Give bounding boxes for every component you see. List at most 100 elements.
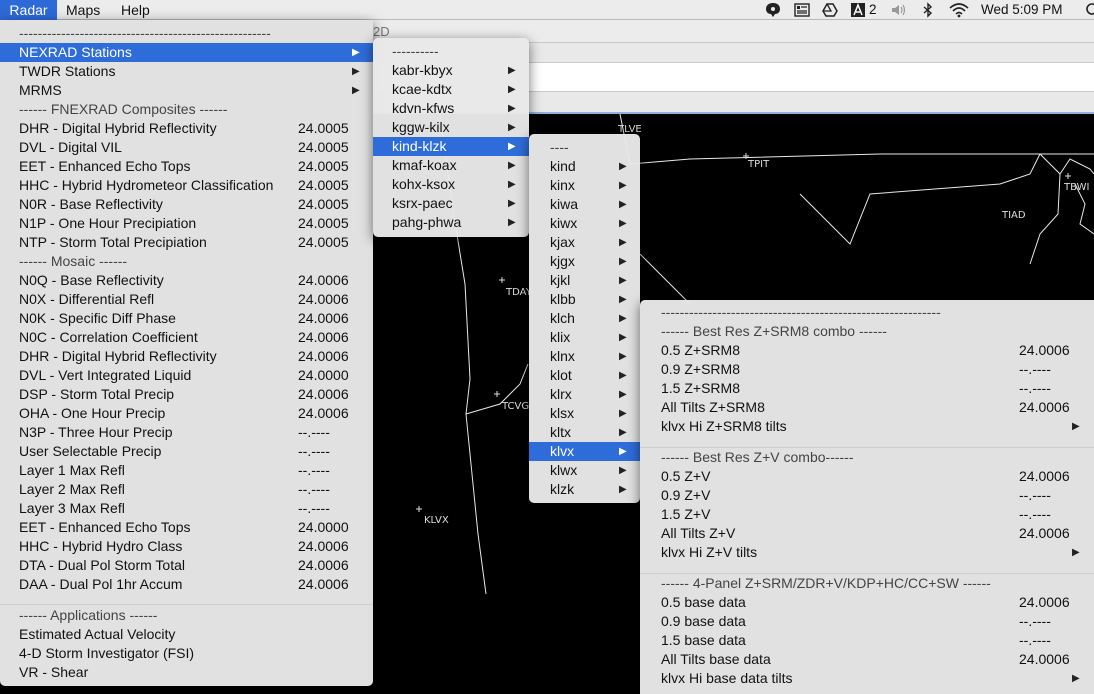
screen-list-icon[interactable] <box>794 2 810 18</box>
menu-item-4-d-storm-investigator-fsi[interactable]: 4-D Storm Investigator (FSI) <box>0 644 373 663</box>
menu-item-twdr-stations[interactable]: TWDR Stations ▶ <box>0 62 373 81</box>
menu-item-daa-dual-pol-1hr-accum[interactable]: DAA - Dual Pol 1hr Accum 24.0006 <box>0 575 373 594</box>
menu-item-n0r-base-reflectivity[interactable]: N0R - Base Reflectivity 24.0005 <box>0 195 373 214</box>
menu-item-klvx-hi-z-v-tilts[interactable]: klvx Hi Z+V tilts ▶ <box>640 543 1094 562</box>
menu-item-layer-1-max-refl[interactable]: Layer 1 Max Refl --.---- <box>0 461 373 480</box>
chat-bubble-icon[interactable] <box>765 2 781 18</box>
submenu-arrow-icon: ▶ <box>508 65 516 76</box>
menu-item-kohx-ksox[interactable]: kohx-ksox ▶ <box>373 175 529 194</box>
menu-item-0-9-base-data[interactable]: 0.9 base data --.---- <box>640 612 1094 631</box>
menu-help[interactable]: Help <box>121 0 150 20</box>
menu-item-label: 0.9 Z+V <box>661 487 711 503</box>
menu-item-kind[interactable]: kind ▶ <box>529 157 640 176</box>
menu-item-kind-klzk[interactable]: kind-klzk ▶ <box>373 137 529 156</box>
menu-maps[interactable]: Maps <box>66 0 100 20</box>
menu-item-klsx[interactable]: klsx ▶ <box>529 404 640 423</box>
menu-item-0-9-z-v[interactable]: 0.9 Z+V --.---- <box>640 486 1094 505</box>
menu-item-oha-one-hour-precip[interactable]: OHA - One Hour Precip 24.0006 <box>0 404 373 423</box>
menu-item-kjkl[interactable]: kjkl ▶ <box>529 271 640 290</box>
volume-icon[interactable] <box>890 2 906 18</box>
menu-item-1-5-z-v[interactable]: 1.5 Z+V --.---- <box>640 505 1094 524</box>
menu-item-kiwa[interactable]: kiwa ▶ <box>529 195 640 214</box>
menu-item-user-selectable-precip[interactable]: User Selectable Precip --.---- <box>0 442 373 461</box>
menu-item-hhc-hybrid-hydrometeor-classification[interactable]: HHC - Hybrid Hydrometeor Classification 2… <box>0 176 373 195</box>
menu-item-layer-2-max-refl[interactable]: Layer 2 Max Refl --.---- <box>0 480 373 499</box>
menu-item-klzk[interactable]: klzk ▶ <box>529 480 640 499</box>
menu-item-n0q-base-reflectivity[interactable]: N0Q - Base Reflectivity 24.0006 <box>0 271 373 290</box>
menu-item-label: klrx <box>550 386 572 402</box>
submenu-arrow-icon: ▶ <box>619 427 627 438</box>
menu-item-klch[interactable]: klch ▶ <box>529 309 640 328</box>
menu-item-klvx-hi-base-data-tilts[interactable]: klvx Hi base data tilts ▶ <box>640 669 1094 688</box>
clock[interactable]: Wed 5:09 PM <box>981 0 1063 20</box>
menu-item-kinx[interactable]: kinx ▶ <box>529 176 640 195</box>
wifi-icon[interactable] <box>949 2 969 18</box>
menu-item-vr-shear[interactable]: VR - Shear <box>0 663 373 682</box>
bluetooth-icon[interactable] <box>920 2 936 18</box>
menu-item-n0k-specific-diff-phase[interactable]: N0K - Specific Diff Phase 24.0006 <box>0 309 373 328</box>
menu-item-kltx[interactable]: kltx ▶ <box>529 423 640 442</box>
menu-item-0-5-base-data[interactable]: 0.5 base data 24.0006 <box>640 593 1094 612</box>
menu-item-all-tilts-z-v[interactable]: All Tilts Z+V 24.0006 <box>640 524 1094 543</box>
menu-item-n3p-three-hour-precip[interactable]: N3P - Three Hour Precip --.---- <box>0 423 373 442</box>
menu-item-kabr-kbyx[interactable]: kabr-kbyx ▶ <box>373 61 529 80</box>
menu-item-kjax[interactable]: kjax ▶ <box>529 233 640 252</box>
menu-item-kmaf-koax[interactable]: kmaf-koax ▶ <box>373 156 529 175</box>
menu-item-kggw-kilx[interactable]: kggw-kilx ▶ <box>373 118 529 137</box>
menu-item-label: 0.5 Z+SRM8 <box>661 342 740 358</box>
menu-item-label: kiwa <box>550 196 579 212</box>
menu-item-dvl-vert-integrated-liquid[interactable]: DVL - Vert Integrated Liquid 24.0000 <box>0 366 373 385</box>
menu-item-version: 24.0006 <box>1019 651 1070 667</box>
menu-item-klnx[interactable]: klnx ▶ <box>529 347 640 366</box>
menu-item-estimated-actual-velocity[interactable]: Estimated Actual Velocity <box>0 625 373 644</box>
menu-item-kiwx[interactable]: kiwx ▶ <box>529 214 640 233</box>
menu-item-n0c-correlation-coefficient[interactable]: N0C - Correlation Coefficient 24.0006 <box>0 328 373 347</box>
menu-item-0-9-z-srm8[interactable]: 0.9 Z+SRM8 --.---- <box>640 360 1094 379</box>
spotlight-icon[interactable] <box>1082 2 1094 18</box>
menu-item-eet-enhanced-echo-tops[interactable]: EET - Enhanced Echo Tops 24.0000 <box>0 518 373 537</box>
menu-item-label: DTA - Dual Pol Storm Total <box>19 557 185 573</box>
menu-item-kjgx[interactable]: kjgx ▶ <box>529 252 640 271</box>
menu-item-kcae-kdtx[interactable]: kcae-kdtx ▶ <box>373 80 529 99</box>
menu-item-label: User Selectable Precip <box>19 443 162 459</box>
menu-item-klwx[interactable]: klwx ▶ <box>529 461 640 480</box>
menu-item-dhr-digital-hybrid-reflectivity[interactable]: DHR - Digital Hybrid Reflectivity 24.0006 <box>0 347 373 366</box>
menu-item-label: 1.5 base data <box>661 632 746 648</box>
menu-item-dta-dual-pol-storm-total[interactable]: DTA - Dual Pol Storm Total 24.0006 <box>0 556 373 575</box>
menu-item-klix[interactable]: klix ▶ <box>529 328 640 347</box>
menu-radar[interactable]: Radar <box>0 0 57 20</box>
menu-item-eet-enhanced-echo-tops[interactable]: EET - Enhanced Echo Tops 24.0005 <box>0 157 373 176</box>
menu-item-1-5-base-data[interactable]: 1.5 base data --.---- <box>640 631 1094 650</box>
menu-bar: Radar Maps Help 2 Wed 5:09 PM <box>0 0 1094 20</box>
menu-item-kdvn-kfws[interactable]: kdvn-kfws ▶ <box>373 99 529 118</box>
menu-item-klvx[interactable]: klvx ▶ <box>529 442 640 461</box>
menu-item-label: N0X - Differential Refl <box>19 291 155 307</box>
google-drive-icon[interactable] <box>822 2 838 18</box>
menu-item-pahg-phwa[interactable]: pahg-phwa ▶ <box>373 213 529 232</box>
menu-item-0-5-z-srm8[interactable]: 0.5 Z+SRM8 24.0006 <box>640 341 1094 360</box>
submenu-arrow-icon: ▶ <box>508 103 516 114</box>
menu-item-mrms[interactable]: MRMS ▶ <box>0 81 373 100</box>
menu-item-nexrad-stations[interactable]: NEXRAD Stations ▶ <box>0 43 373 62</box>
menu-item-n0x-differential-refl[interactable]: N0X - Differential Refl 24.0006 <box>0 290 373 309</box>
adobe-icon[interactable] <box>850 2 866 18</box>
menu-item-0-5-z-v[interactable]: 0.5 Z+V 24.0006 <box>640 467 1094 486</box>
menu-item-klbb[interactable]: klbb ▶ <box>529 290 640 309</box>
menu-item-klvx-hi-z-srm8-tilts[interactable]: klvx Hi Z+SRM8 tilts ▶ <box>640 417 1094 436</box>
menu-item-n1p-one-hour-precipiation[interactable]: N1P - One Hour Precipiation 24.0005 <box>0 214 373 233</box>
menu-item-dhr-digital-hybrid-reflectivity[interactable]: DHR - Digital Hybrid Reflectivity 24.0005 <box>0 119 373 138</box>
menu-item-dvl-digital-vil[interactable]: DVL - Digital VIL 24.0005 <box>0 138 373 157</box>
menu-item-all-tilts-base-data[interactable]: All Tilts base data 24.0006 <box>640 650 1094 669</box>
menu-item-layer-3-max-refl[interactable]: Layer 3 Max Refl --.---- <box>0 499 373 518</box>
menu-item-dsp-storm-total-precip[interactable]: DSP - Storm Total Precip 24.0006 <box>0 385 373 404</box>
map-label-klvx: KLVX <box>424 515 449 526</box>
menu-item-ksrx-paec[interactable]: ksrx-paec ▶ <box>373 194 529 213</box>
menu-item-ntp-storm-total-precipiation[interactable]: NTP - Storm Total Precipiation 24.0005 <box>0 233 373 252</box>
menu-item-klrx[interactable]: klrx ▶ <box>529 385 640 404</box>
menu-item-label: klch <box>550 310 575 326</box>
submenu-arrow-icon: ▶ <box>619 370 627 381</box>
menu-item-klot[interactable]: klot ▶ <box>529 366 640 385</box>
menu-item-1-5-z-srm8[interactable]: 1.5 Z+SRM8 --.---- <box>640 379 1094 398</box>
menu-item-hhc-hybrid-hydro-class[interactable]: HHC - Hybrid Hydro Class 24.0006 <box>0 537 373 556</box>
menu-item-all-tilts-z-srm8[interactable]: All Tilts Z+SRM8 24.0006 <box>640 398 1094 417</box>
